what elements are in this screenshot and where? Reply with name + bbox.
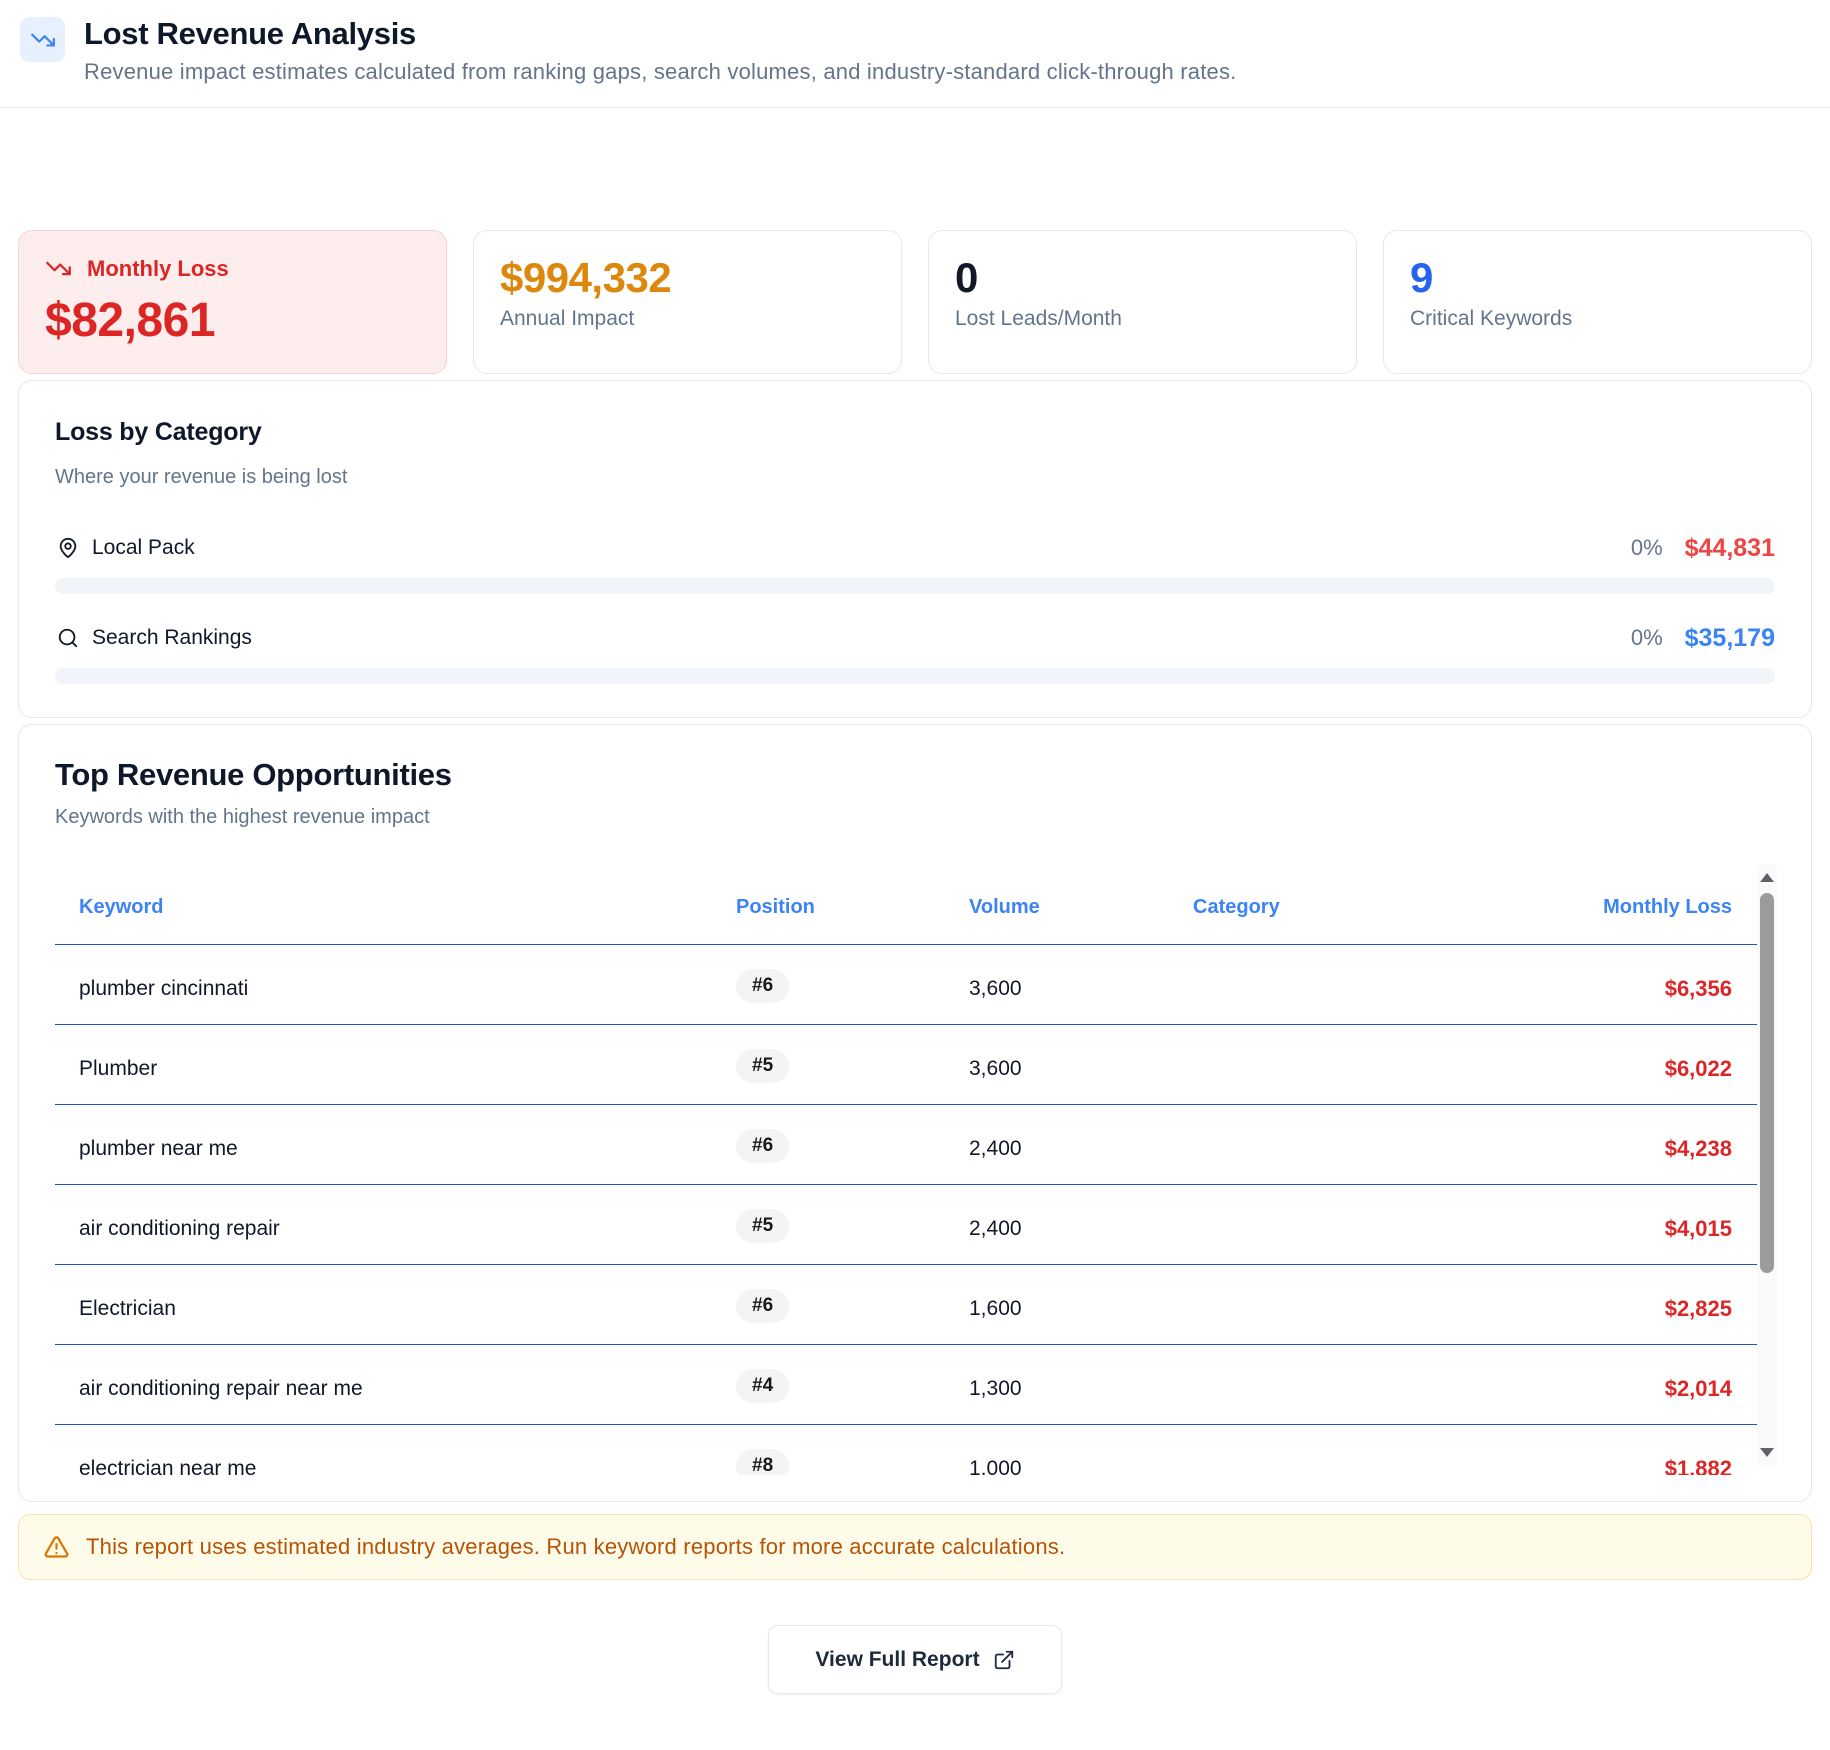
position-badge: #4	[736, 1369, 789, 1403]
top-revenue-opportunities-card: Top Revenue Opportunities Keywords with …	[18, 724, 1812, 1502]
stats-row: Monthly Loss $82,861 $994,332 Annual Imp…	[18, 230, 1812, 374]
column-header-category[interactable]: Category	[1193, 896, 1573, 919]
monthly-loss-cell: $6,022	[1573, 1056, 1757, 1082]
progress-bar	[55, 668, 1775, 684]
table-row: Plumber #5 3,600 $6,022	[55, 1025, 1757, 1105]
scrollbar-down-arrow-icon[interactable]	[1760, 1448, 1774, 1457]
loss-by-category-card: Loss by Category Where your revenue is b…	[18, 380, 1812, 718]
volume-cell: 3,600	[969, 977, 1193, 1001]
category-amount: $35,179	[1685, 624, 1775, 653]
category-row-local-pack: Local Pack 0% $44,831	[55, 534, 1775, 594]
stat-label: Critical Keywords	[1410, 306, 1785, 332]
position-cell: #5	[736, 1049, 969, 1083]
monthly-loss-cell: $6,356	[1573, 976, 1757, 1002]
view-full-report-button[interactable]: View Full Report	[768, 1625, 1062, 1694]
column-header-monthly-loss[interactable]: Monthly Loss	[1573, 896, 1757, 919]
volume-cell: 1,300	[969, 1377, 1193, 1401]
keyword-cell: electrician near me	[55, 1457, 736, 1476]
column-header-position[interactable]: Position	[736, 896, 969, 919]
position-cell: #4	[736, 1369, 969, 1403]
volume-cell: 1,600	[969, 1297, 1193, 1321]
monthly-loss-cell: $1,882	[1573, 1456, 1757, 1476]
stat-label: Monthly Loss	[87, 256, 229, 282]
section-subtitle: Where your revenue is being lost	[55, 465, 1775, 490]
search-icon	[57, 627, 79, 649]
monthly-loss-cell: $4,238	[1573, 1136, 1757, 1162]
table-row: air conditioning repair #5 2,400 $4,015	[55, 1185, 1757, 1265]
category-amount: $44,831	[1685, 534, 1775, 563]
stat-card-lost-leads: 0 Lost Leads/Month	[928, 230, 1357, 374]
volume-cell: 2,400	[969, 1217, 1193, 1241]
position-badge: #6	[736, 1129, 789, 1163]
progress-bar	[55, 578, 1775, 594]
column-header-volume[interactable]: Volume	[969, 896, 1193, 919]
monthly-loss-cell: $4,015	[1573, 1216, 1757, 1242]
external-link-icon	[993, 1649, 1015, 1671]
section-title: Top Revenue Opportunities	[55, 757, 1775, 793]
volume-cell: 2,400	[969, 1137, 1193, 1161]
keywords-table: Keyword Position Volume Category Monthly…	[55, 865, 1757, 1475]
keyword-cell: plumber near me	[55, 1137, 736, 1161]
trending-down-icon	[20, 17, 65, 62]
position-cell: #8	[736, 1449, 969, 1476]
volume-cell: 1,000	[969, 1457, 1193, 1476]
section-subtitle: Keywords with the highest revenue impact	[55, 805, 1775, 830]
position-badge: #5	[736, 1049, 789, 1083]
stat-value: $82,861	[45, 295, 420, 347]
table-row: air conditioning repair near me #4 1,300…	[55, 1345, 1757, 1425]
stat-card-annual-impact: $994,332 Annual Impact	[473, 230, 902, 374]
trending-down-icon	[45, 255, 72, 282]
category-label: Search Rankings	[92, 626, 252, 650]
position-badge: #8	[736, 1449, 789, 1476]
scrollbar-up-arrow-icon[interactable]	[1760, 873, 1774, 882]
position-cell: #6	[736, 1129, 969, 1163]
stat-value: $994,332	[500, 255, 875, 301]
stat-label: Lost Leads/Month	[955, 306, 1330, 332]
keywords-table-scroll-area[interactable]: Keyword Position Volume Category Monthly…	[55, 865, 1777, 1475]
table-row: electrician near me #8 1,000 $1,882	[55, 1425, 1757, 1475]
category-percent: 0%	[1631, 535, 1663, 561]
monthly-loss-cell: $2,014	[1573, 1376, 1757, 1402]
page-subtitle: Revenue impact estimates calculated from…	[84, 59, 1236, 85]
stat-value: 0	[955, 255, 1330, 301]
keyword-cell: air conditioning repair near me	[55, 1377, 736, 1401]
warning-text: This report uses estimated industry aver…	[86, 1534, 1065, 1560]
stat-card-monthly-loss: Monthly Loss $82,861	[18, 230, 447, 374]
table-header-row: Keyword Position Volume Category Monthly…	[55, 865, 1757, 945]
volume-cell: 3,600	[969, 1057, 1193, 1081]
position-badge: #6	[736, 1289, 789, 1323]
page-header: Lost Revenue Analysis Revenue impact est…	[0, 0, 1830, 108]
scrollbar-thumb[interactable]	[1760, 893, 1774, 1273]
position-badge: #6	[736, 969, 789, 1003]
page-title: Lost Revenue Analysis	[84, 17, 1236, 51]
table-row: Electrician #6 1,600 $2,825	[55, 1265, 1757, 1345]
keyword-cell: Electrician	[55, 1297, 736, 1321]
keyword-cell: Plumber	[55, 1057, 736, 1081]
table-row: plumber near me #6 2,400 $4,238	[55, 1105, 1757, 1185]
map-pin-icon	[57, 537, 79, 559]
stat-value: 9	[1410, 255, 1785, 301]
button-label: View Full Report	[815, 1648, 979, 1672]
position-cell: #6	[736, 1289, 969, 1323]
warning-triangle-icon	[43, 1534, 70, 1561]
column-header-keyword[interactable]: Keyword	[55, 896, 736, 919]
table-row: plumber cincinnati #6 3,600 $6,356	[55, 945, 1757, 1025]
monthly-loss-cell: $2,825	[1573, 1296, 1757, 1322]
position-badge: #5	[736, 1209, 789, 1243]
stat-card-critical-keywords: 9 Critical Keywords	[1383, 230, 1812, 374]
warning-banner: This report uses estimated industry aver…	[18, 1514, 1812, 1580]
keyword-cell: plumber cincinnati	[55, 977, 736, 1001]
scrollbar[interactable]	[1757, 865, 1777, 1465]
keyword-cell: air conditioning repair	[55, 1217, 736, 1241]
stat-label: Annual Impact	[500, 306, 875, 332]
category-percent: 0%	[1631, 625, 1663, 651]
position-cell: #6	[736, 969, 969, 1003]
position-cell: #5	[736, 1209, 969, 1243]
section-title: Loss by Category	[55, 417, 1775, 448]
category-row-search-rankings: Search Rankings 0% $35,179	[55, 624, 1775, 684]
category-label: Local Pack	[92, 536, 195, 560]
